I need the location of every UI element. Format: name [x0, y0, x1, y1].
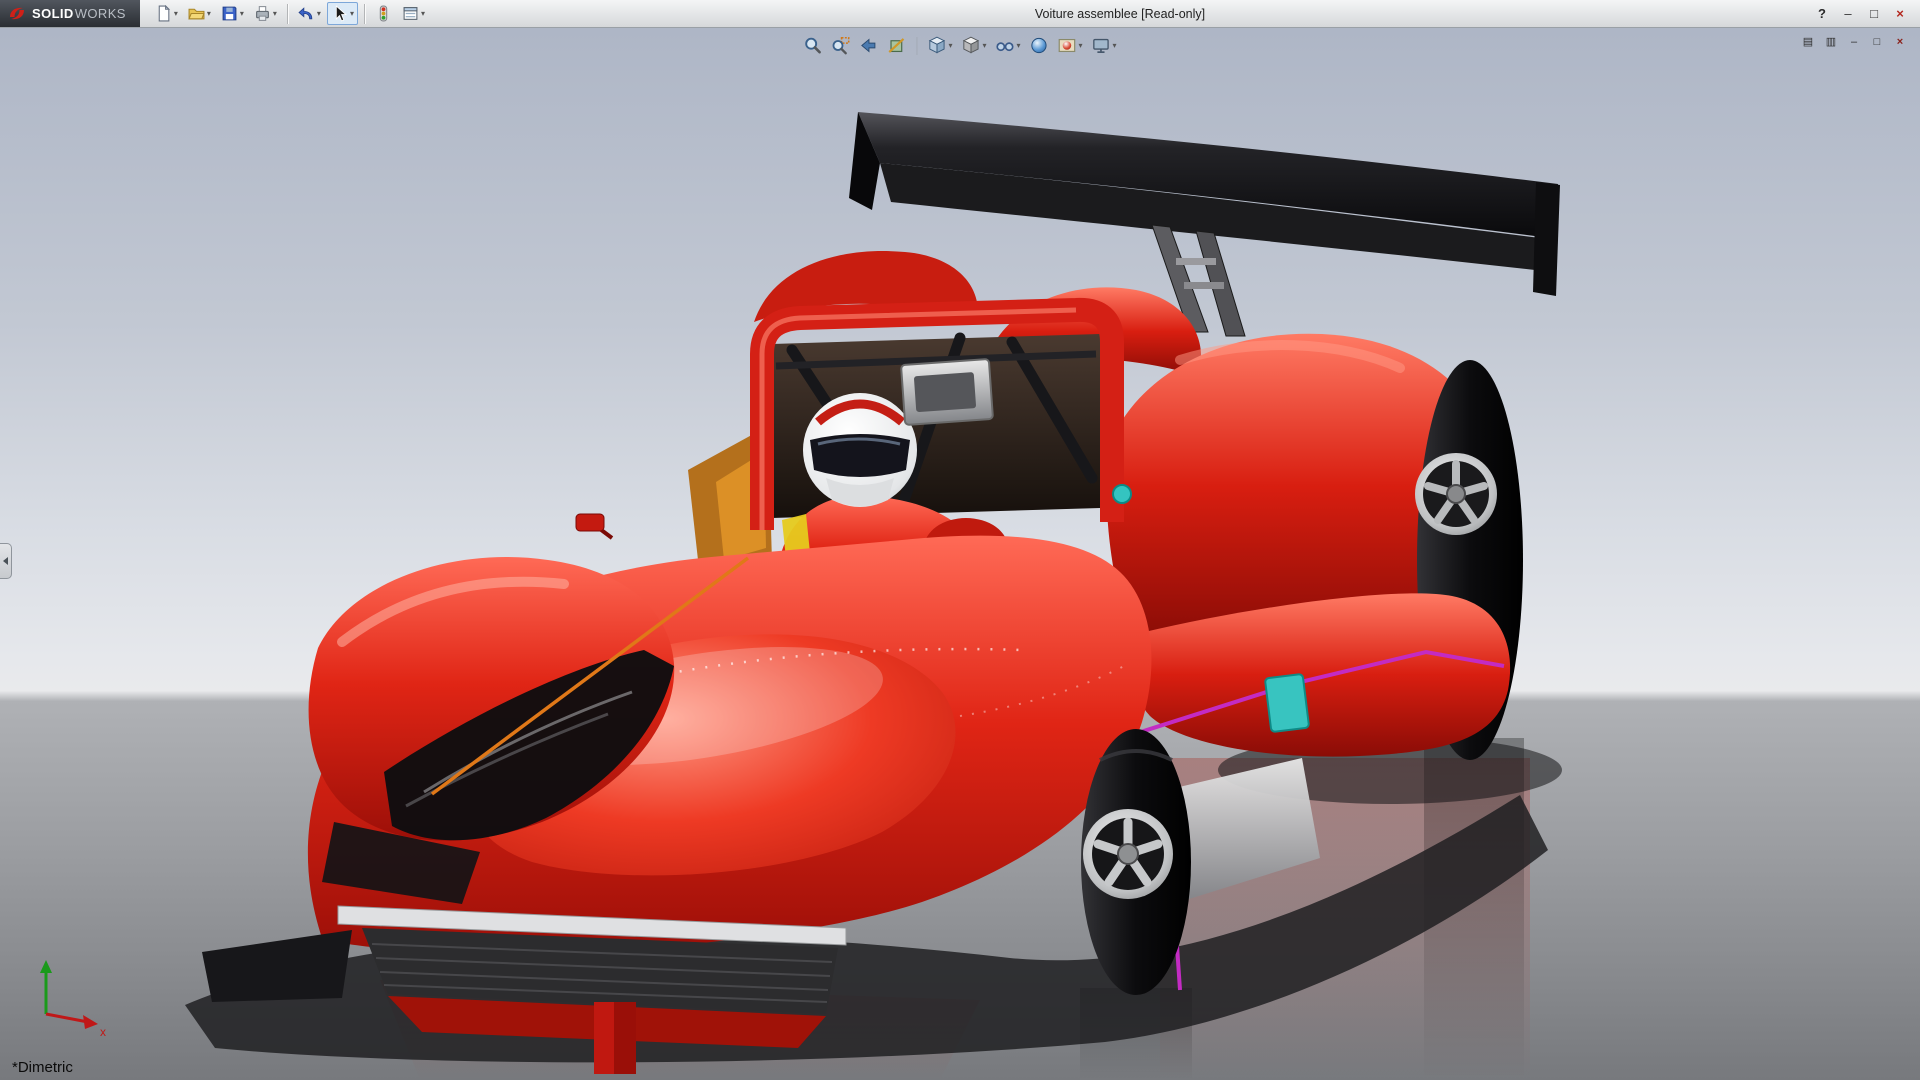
open-button[interactable]: ▾ — [184, 2, 215, 25]
dropdown-arrow-icon[interactable]: ▾ — [273, 10, 277, 18]
brand-works: WORKS — [75, 6, 126, 21]
dropdown-arrow-icon[interactable]: ▾ — [421, 10, 425, 18]
display-style-cube-icon — [961, 36, 980, 55]
brand-solid: SOLID — [32, 6, 74, 21]
dropdown-arrow-icon[interactable]: ▾ — [240, 10, 244, 18]
rebuild-traffic-light-icon — [375, 5, 392, 22]
window-title: Voiture assemblee [Read-only] — [430, 7, 1810, 21]
zoom-to-area-icon — [831, 36, 850, 55]
zoom-to-area-button[interactable] — [828, 33, 853, 58]
doc-minimize-button[interactable]: – — [1844, 33, 1864, 50]
zoom-to-fit-button[interactable] — [800, 33, 825, 58]
appearance-sphere-icon — [1030, 36, 1049, 55]
display-pane-icon[interactable]: ▥ — [1821, 33, 1841, 50]
main-toolbar: ▾ ▾ ▾ ▾ — [140, 2, 430, 25]
toolbar-separator — [916, 37, 917, 55]
save-button[interactable]: ▾ — [217, 2, 248, 25]
dropdown-arrow-icon[interactable]: ▾ — [1079, 42, 1083, 50]
print-button[interactable]: ▾ — [250, 2, 281, 25]
apply-scene-button[interactable]: ▾ — [1055, 33, 1086, 58]
heads-up-toolbar: ▾ ▾ ▾ — [800, 33, 1119, 58]
graphics-area[interactable] — [0, 28, 1920, 1080]
dropdown-arrow-icon[interactable]: ▾ — [1113, 42, 1117, 50]
select-button[interactable]: ▾ — [327, 2, 358, 25]
toolbar-separator — [364, 4, 365, 24]
maximize-button[interactable]: □ — [1862, 4, 1886, 24]
solidworks-logo: SOLID WORKS — [0, 0, 140, 27]
edit-appearance-button[interactable] — [1027, 33, 1052, 58]
hide-show-glasses-icon — [995, 36, 1014, 55]
rebuild-button[interactable] — [371, 2, 396, 25]
save-floppy-icon — [221, 5, 238, 22]
dropdown-arrow-icon[interactable]: ▾ — [350, 10, 354, 18]
triad-x-label: x — [100, 1025, 106, 1038]
apply-scene-icon — [1058, 36, 1077, 55]
front-wheel[interactable] — [1081, 729, 1191, 995]
doc-close-button[interactable]: × — [1890, 33, 1910, 50]
view-orientation-cube-icon — [927, 36, 946, 55]
select-cursor-icon — [331, 5, 348, 22]
undo-button[interactable]: ▾ — [294, 2, 325, 25]
previous-view-button[interactable] — [856, 33, 881, 58]
titlebar: SOLID WORKS ▾ ▾ ▾ — [0, 0, 1920, 28]
view-settings-icon — [1092, 36, 1111, 55]
air-inlet-box — [901, 359, 993, 425]
feature-pane-toggle[interactable] — [0, 543, 12, 579]
display-style-button[interactable]: ▾ — [958, 33, 989, 58]
hide-show-items-button[interactable]: ▾ — [992, 33, 1023, 58]
open-folder-icon — [188, 5, 205, 22]
dropdown-arrow-icon[interactable]: ▾ — [948, 42, 952, 50]
view-orientation-button[interactable]: ▾ — [924, 33, 955, 58]
dropdown-arrow-icon[interactable]: ▾ — [317, 10, 321, 18]
options-button[interactable]: ▾ — [398, 2, 429, 25]
previous-view-icon — [859, 36, 878, 55]
doc-restore-button[interactable]: □ — [1867, 33, 1887, 50]
close-button[interactable]: × — [1888, 4, 1912, 24]
titlebar-window-controls: ? – □ × — [1810, 4, 1920, 24]
new-document-button[interactable]: ▾ — [151, 2, 182, 25]
collapse-pane-arrow-icon — [3, 557, 8, 565]
dropdown-arrow-icon[interactable]: ▾ — [982, 42, 986, 50]
zoom-to-fit-icon — [803, 36, 822, 55]
help-button[interactable]: ? — [1810, 4, 1834, 24]
section-view-button[interactable] — [884, 33, 909, 58]
orientation-triad: x — [16, 954, 112, 1038]
solidworks-mark-icon — [8, 5, 26, 23]
undo-arrow-icon — [298, 5, 315, 22]
print-icon — [254, 5, 271, 22]
options-panel-icon — [402, 5, 419, 22]
dropdown-arrow-icon[interactable]: ▾ — [174, 10, 178, 18]
feature-pane-icon[interactable]: ▤ — [1798, 33, 1818, 50]
view-orientation-label: *Dimetric — [12, 1059, 73, 1076]
dropdown-arrow-icon[interactable]: ▾ — [207, 10, 211, 18]
document-window-controls: ▤ ▥ – □ × — [1798, 33, 1910, 50]
new-document-icon — [155, 5, 172, 22]
minimize-button[interactable]: – — [1836, 4, 1860, 24]
view-settings-button[interactable]: ▾ — [1089, 33, 1120, 58]
toolbar-separator — [287, 4, 288, 24]
graphics-viewport[interactable]: ▾ ▾ ▾ — [0, 28, 1920, 1080]
dropdown-arrow-icon[interactable]: ▾ — [1016, 42, 1020, 50]
section-view-icon — [887, 36, 906, 55]
